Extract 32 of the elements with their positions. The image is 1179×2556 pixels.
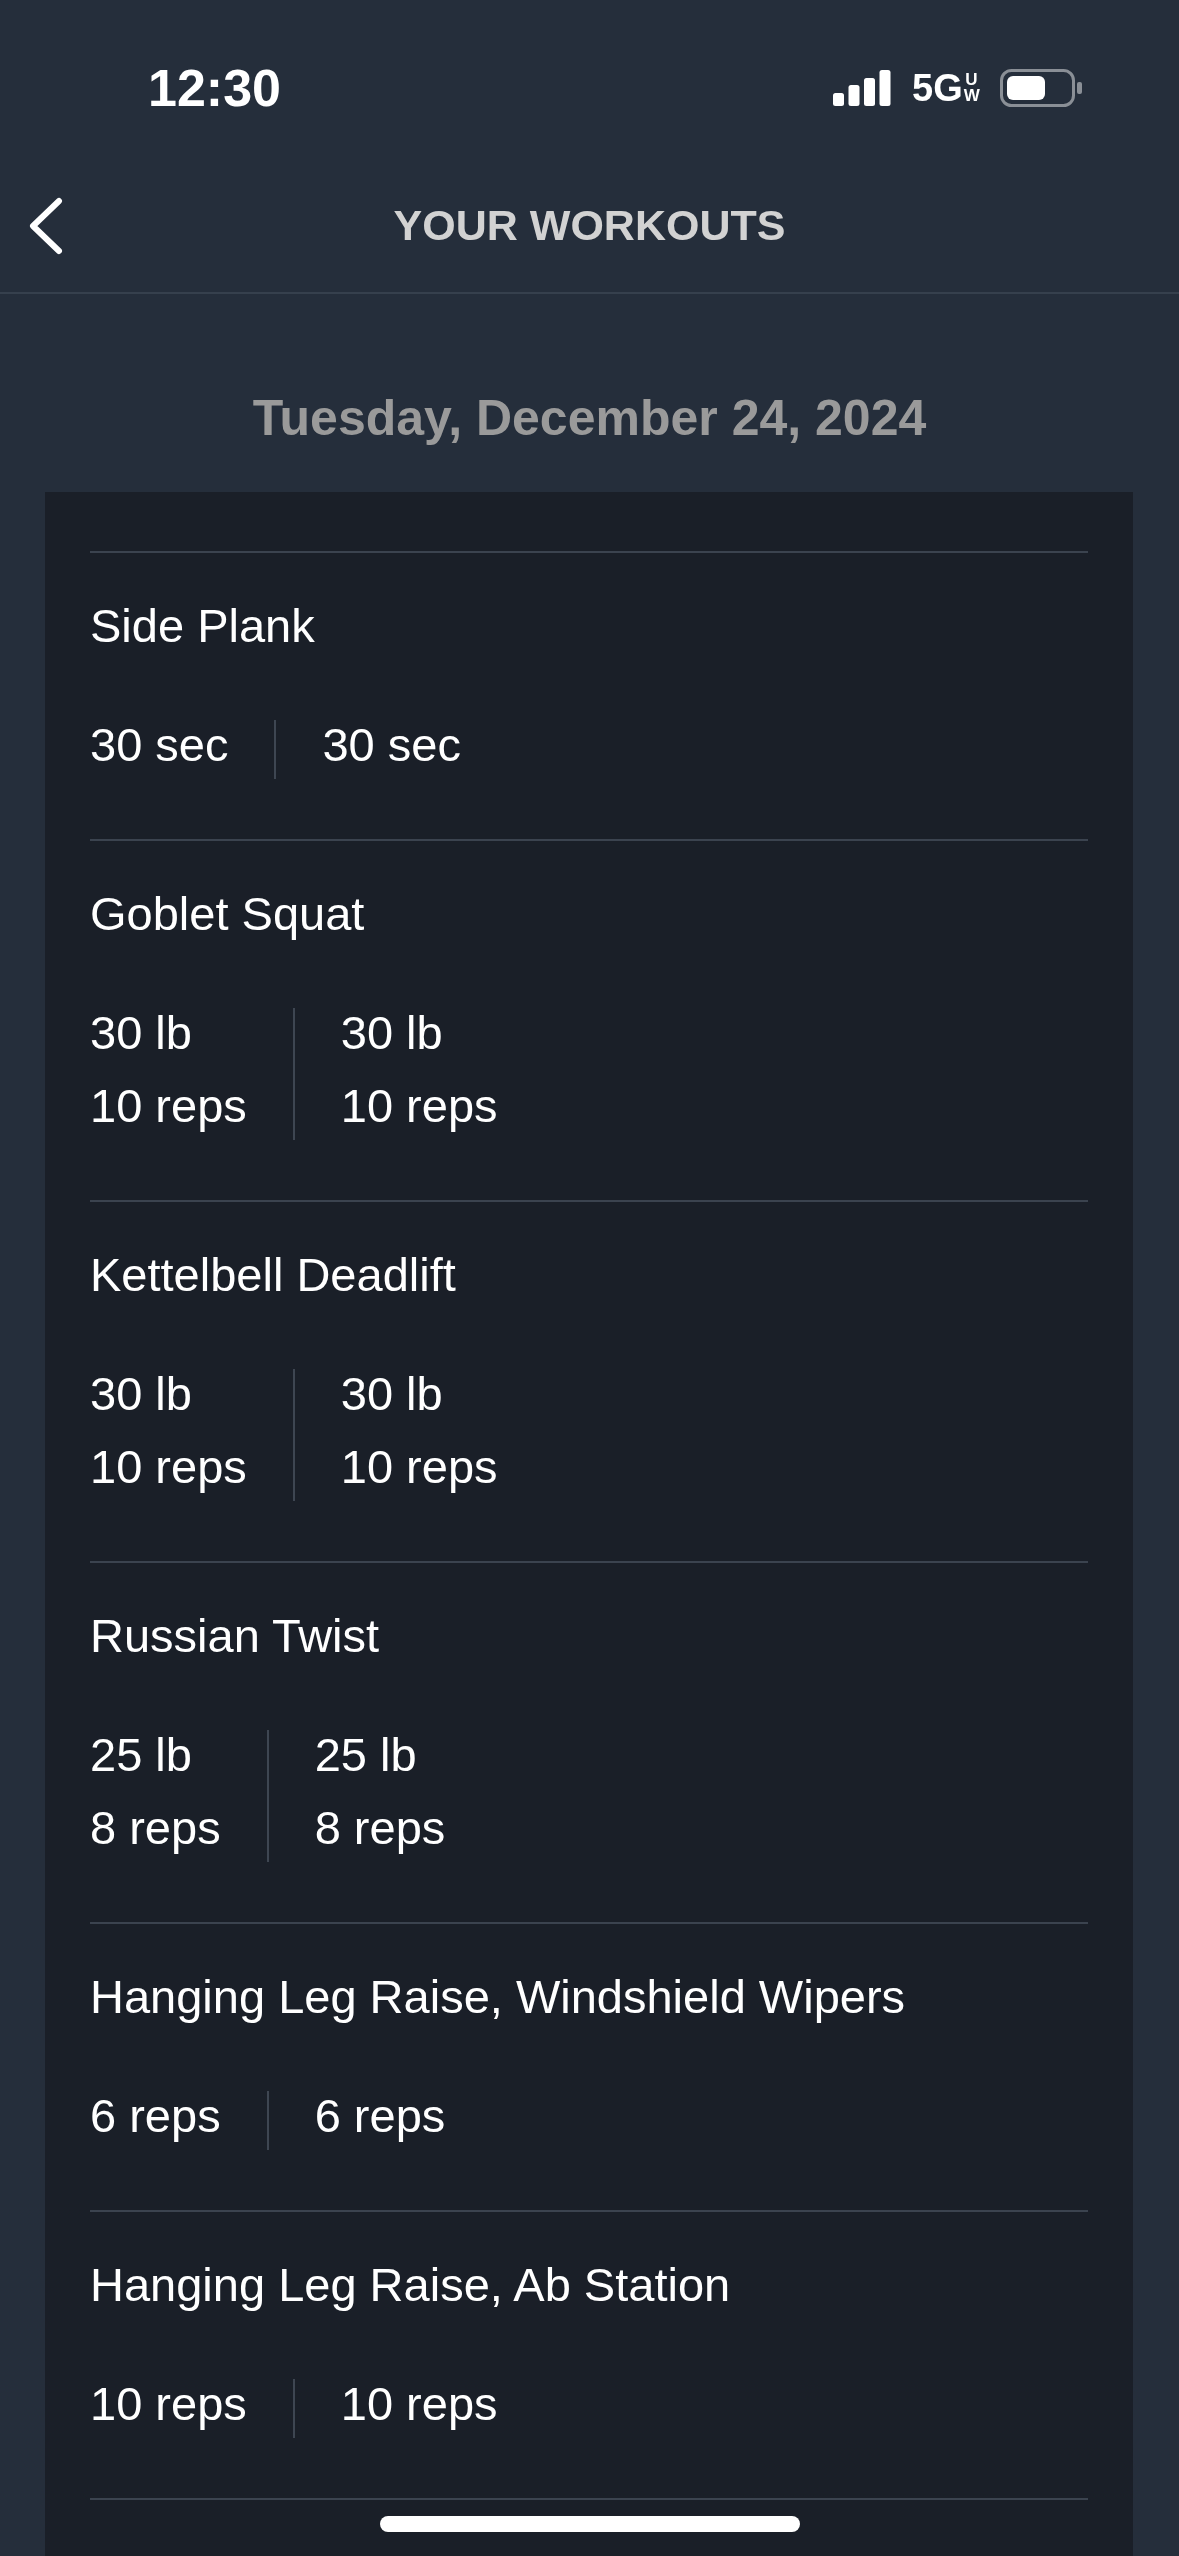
battery-icon bbox=[1000, 69, 1082, 107]
set-value: 30 lb bbox=[340, 1005, 443, 1061]
set-value: 30 lb bbox=[340, 1366, 443, 1422]
set-value: 10 reps bbox=[340, 1078, 498, 1134]
set-value: 30 sec bbox=[322, 717, 461, 773]
exercise-name: Kettelbell Deadlift bbox=[90, 1247, 456, 1303]
set-value: 6 reps bbox=[314, 2088, 446, 2144]
set-value: 10 reps bbox=[90, 1078, 247, 1134]
network-type: 5G bbox=[912, 69, 963, 107]
set-value: 10 reps bbox=[90, 2376, 247, 2432]
exercise-name: Side Plank bbox=[90, 598, 315, 654]
set-value: 30 lb bbox=[90, 1366, 192, 1422]
exercise-name: Hanging Leg Raise, Windshield Wipers bbox=[90, 1969, 906, 2025]
signal-icon bbox=[833, 70, 891, 106]
exercise-name: Hanging Leg Raise, Ab Station bbox=[90, 2257, 731, 2313]
exercise-name: Russian Twist bbox=[90, 1608, 380, 1664]
exercise-name: Goblet Squat bbox=[90, 886, 365, 942]
set-value: 25 lb bbox=[314, 1727, 417, 1783]
set-value: 30 sec bbox=[90, 717, 229, 773]
back-icon[interactable] bbox=[28, 197, 64, 255]
date-heading: Tuesday, December 24, 2024 bbox=[252, 389, 927, 448]
set-value: 10 reps bbox=[340, 1439, 498, 1495]
status-time: 12:30 bbox=[148, 62, 281, 114]
set-value: 10 reps bbox=[90, 1439, 247, 1495]
network-suffix-label: UW bbox=[963, 71, 979, 105]
set-value: 6 reps bbox=[90, 2088, 221, 2144]
set-value: 8 reps bbox=[90, 1800, 221, 1856]
set-value: 25 lb bbox=[90, 1727, 192, 1783]
set-value: 8 reps bbox=[314, 1800, 446, 1856]
page-title: YOUR WORKOUTS bbox=[393, 200, 786, 252]
set-value: 30 lb bbox=[90, 1005, 192, 1061]
set-value: 10 reps bbox=[340, 2376, 498, 2432]
